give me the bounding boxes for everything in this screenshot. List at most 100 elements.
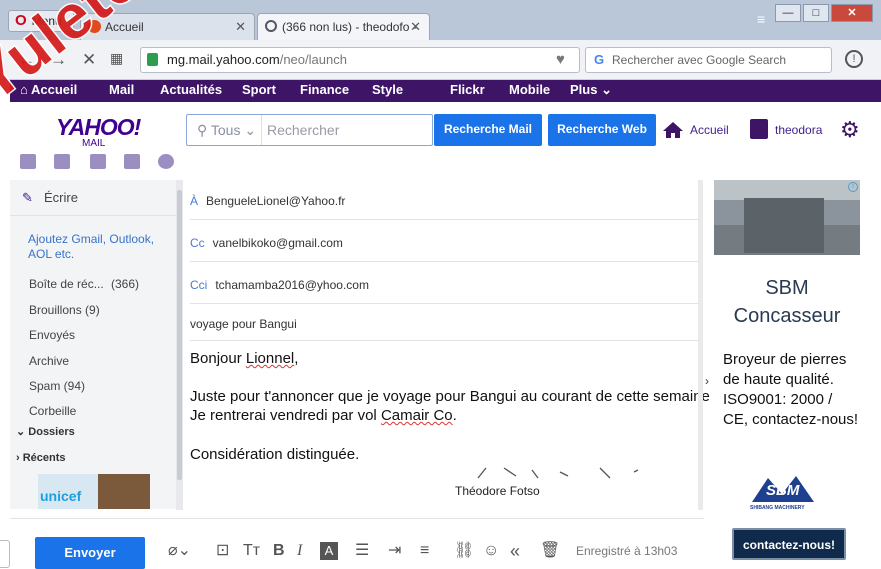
url-field[interactable]: mg.mail.yahoo.com/neo/launch (140, 47, 580, 73)
tab-list-icon[interactable]: ≡ (757, 12, 771, 27)
folder-archive[interactable]: Archive (29, 354, 69, 368)
back-icon[interactable]: ← (18, 50, 35, 70)
unicef-promo[interactable]: unicef (38, 474, 150, 509)
nav-style[interactable]: Style (372, 80, 403, 100)
gear-icon[interactable]: ⚙ (840, 119, 860, 141)
ad-contact-button[interactable]: contactez-nous! (732, 528, 846, 560)
cc-field[interactable]: Cc vanelbikoko@gmail.com (190, 236, 698, 262)
compose-scrollbar[interactable] (698, 180, 703, 510)
search-input[interactable] (267, 115, 427, 145)
search-mail-button[interactable]: Recherche Mail (434, 114, 542, 146)
nav-actualites[interactable]: Actualités (160, 80, 222, 100)
forward-icon[interactable]: → (50, 50, 67, 70)
speed-dial-icon[interactable]: ▦ (110, 50, 123, 67)
folder-sent[interactable]: Envoyés (29, 328, 75, 342)
maximize-icon[interactable]: □ (803, 4, 829, 22)
send-button[interactable]: Envoyer (35, 537, 145, 569)
section-label: Récents (22, 452, 66, 464)
compose-form: À BengueleLionel@Yahoo.fr Cc vanelbikoko@g… (184, 180, 710, 510)
page-scroll-area[interactable] (860, 180, 881, 569)
mail-search: ⚲ Tous ⌄ (186, 114, 433, 146)
google-icon: G (594, 52, 605, 67)
body-line-2[interactable]: Je rentrerai vendredi par vol Camair Co. (190, 407, 457, 424)
bcc-field[interactable]: Cci tchamamba2016@yhoo.com (190, 278, 698, 304)
attachment-icon[interactable]: ⌀⌄ (168, 542, 191, 560)
body-closing[interactable]: Considération distinguée. (190, 446, 359, 463)
text-size-icon[interactable]: Tт (243, 542, 260, 560)
folder-drafts[interactable]: Brouillons (9) (29, 303, 100, 317)
notepad-app-icon[interactable] (124, 154, 140, 169)
nav-label: Plus (570, 82, 598, 97)
nav-finance[interactable]: Finance (300, 80, 349, 100)
to-value: BengueleLionel@Yahoo.fr (206, 194, 346, 208)
folder-trash[interactable]: Corbeille (29, 404, 76, 418)
contacts-app-icon[interactable] (54, 154, 70, 169)
italic-icon[interactable]: I (297, 542, 302, 560)
sidebar: ✎ Écrire Ajoutez Gmail, Outlook, AOL etc… (10, 180, 183, 509)
section-recents[interactable]: › Récents (16, 452, 66, 464)
nav-accueil[interactable]: ⌂ Accueil (20, 80, 77, 100)
sidebar-toggle[interactable] (0, 540, 10, 568)
mail-app-icon[interactable] (20, 154, 36, 169)
to-field[interactable]: À BengueleLionel@Yahoo.fr (190, 194, 698, 220)
folder-spam[interactable]: Spam (94) (29, 379, 85, 393)
sidebar-scrollbar[interactable] (176, 180, 183, 510)
compose-button[interactable]: ✎ Écrire (10, 180, 182, 216)
user-name[interactable]: theodora (775, 123, 822, 137)
home-icon[interactable] (662, 121, 684, 139)
heart-icon[interactable]: ♥ (556, 51, 565, 68)
link-icon[interactable]: ⛓ (454, 542, 474, 560)
lock-icon (147, 53, 158, 66)
close-window-icon[interactable]: ✕ (831, 4, 873, 22)
extension-icon[interactable]: ! (845, 50, 863, 68)
ad-info-icon[interactable]: i (848, 182, 858, 192)
nav-plus[interactable]: Plus ⌄ (570, 80, 612, 100)
nav-sport[interactable]: Sport (242, 80, 276, 100)
folder-inbox[interactable]: Boîte de réc... (29, 277, 104, 291)
line2-prefix: Je rentrerai vendredi par vol (190, 407, 381, 424)
minimize-icon[interactable]: — (775, 4, 801, 22)
body-greeting[interactable]: Bonjour Lionnel, (190, 350, 298, 367)
indent-icon[interactable]: ⇥ (388, 542, 401, 560)
yahoo-logo[interactable]: YAHOO! (56, 114, 141, 141)
nav-flickr[interactable]: Flickr (450, 80, 485, 100)
nav-label: Accueil (30, 82, 78, 97)
emoji-icon[interactable]: ☺ (483, 542, 499, 560)
messenger-app-icon[interactable] (158, 154, 174, 169)
close-tab-icon[interactable]: ✕ (410, 14, 421, 40)
add-accounts-link[interactable]: Ajoutez Gmail, Outlook, AOL etc. (28, 232, 168, 262)
signature-text: Théodore Fotso (455, 484, 540, 498)
chevron-right-icon: › (16, 452, 23, 464)
mail-header: YAHOO! MAIL ⚲ Tous ⌄ Recherche Mail Rech… (10, 102, 881, 180)
nav-mobile[interactable]: Mobile (509, 80, 550, 100)
ad-title-line2: Concasseur (733, 305, 841, 327)
align-icon[interactable]: ≡ (420, 542, 429, 560)
close-tab-icon[interactable]: ✕ (235, 14, 246, 40)
nav-mail[interactable]: Mail (109, 80, 134, 100)
tab-accueil[interactable]: Accueil ✕ (80, 13, 255, 40)
user-avatar-icon[interactable] (750, 119, 768, 139)
chevron-right-icon[interactable]: › (705, 374, 709, 388)
calendar-app-icon[interactable] (90, 154, 106, 169)
section-label: Dossiers (28, 426, 75, 438)
stationery-icon[interactable]: ⊡ (216, 542, 229, 560)
tab-mail[interactable]: (366 non lus) - theodofo - ✕ (257, 13, 430, 40)
scrollbar-thumb[interactable] (177, 190, 182, 480)
home-link[interactable]: Accueil (690, 123, 729, 137)
stop-icon[interactable]: ✕ (82, 50, 96, 70)
collapse-toolbar-icon[interactable]: « (510, 542, 520, 560)
section-dossiers[interactable]: ⌄ Dossiers (16, 425, 75, 438)
search-web-button[interactable]: Recherche Web (548, 114, 656, 146)
to-label: À (190, 194, 199, 208)
browser-search-field[interactable]: G Rechercher avec Google Search (585, 47, 832, 73)
subject-field[interactable]: voyage pour Bangui (190, 317, 698, 341)
ad-panel[interactable]: i SBM Concasseur Broyeur de pierres de ha… (714, 180, 860, 569)
trash-icon[interactable]: 🗑 (540, 542, 560, 560)
search-scope-dropdown[interactable]: ⚲ Tous ⌄ (187, 115, 262, 145)
text-color-icon[interactable]: A (320, 542, 338, 560)
bullet-list-icon[interactable]: ☰ (355, 542, 369, 560)
body-line-1[interactable]: Juste pour t'annoncer que je voyage pour… (190, 388, 710, 405)
bcc-label: Cci (190, 278, 208, 292)
browser-menu-button[interactable]: O Menu (8, 10, 74, 32)
bold-icon[interactable]: B (273, 542, 285, 560)
